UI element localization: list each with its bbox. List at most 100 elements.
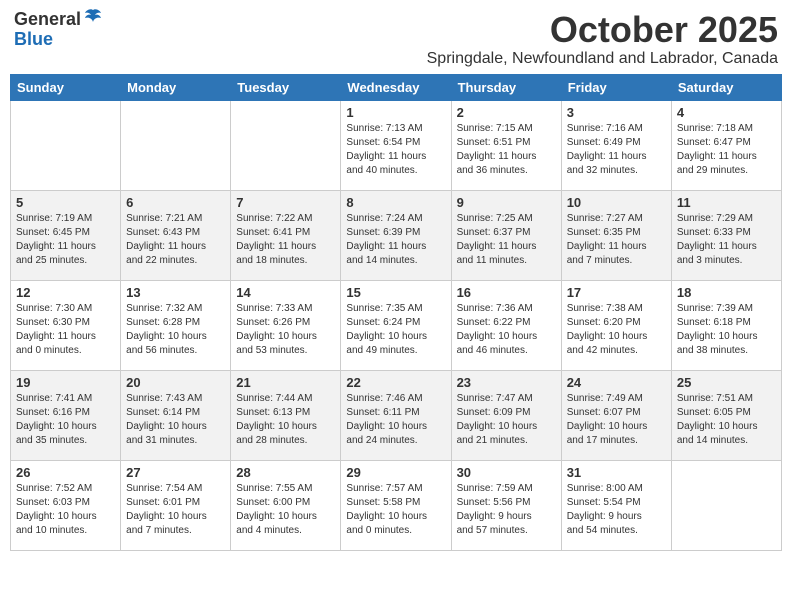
day-info: Sunrise: 7:47 AM Sunset: 6:09 PM Dayligh…	[457, 392, 556, 448]
calendar-cell: 10Sunrise: 7:27 AM Sunset: 6:35 PM Dayli…	[561, 190, 671, 280]
day-number: 2	[457, 105, 556, 120]
day-info: Sunrise: 7:25 AM Sunset: 6:37 PM Dayligh…	[457, 212, 556, 268]
location-title: Springdale, Newfoundland and Labrador, C…	[427, 50, 778, 68]
page-header: General Blue October 2025 Springdale, Ne…	[10, 10, 782, 68]
calendar-cell: 12 Sunrise: 7:30 AM Sunset: 6:30 PM Dayli…	[11, 280, 121, 370]
calendar-week-row: 1 Sunrise: 7:13 AM Sunset: 6:54 PM Daylig…	[11, 100, 782, 190]
calendar-cell: 6 Sunrise: 7:21 AM Sunset: 6:43 PM Daylig…	[121, 190, 231, 280]
day-number: 21	[236, 375, 335, 390]
day-info: Sunrise: 7:33 AM Sunset: 6:26 PM Dayligh…	[236, 302, 335, 358]
day-number: 9	[457, 195, 556, 210]
logo-bird-icon	[83, 8, 103, 28]
calendar-table: SundayMondayTuesdayWednesdayThursdayFrid…	[10, 74, 782, 551]
day-info: Sunrise: 7:19 AM Sunset: 6:45 PM Dayligh…	[16, 212, 115, 268]
month-title: October 2025	[427, 10, 778, 50]
calendar-cell: 25 Sunrise: 7:51 AM Sunset: 6:05 PM Dayli…	[671, 370, 781, 460]
day-number: 11	[677, 195, 776, 210]
calendar-cell: 16Sunrise: 7:36 AM Sunset: 6:22 PM Dayli…	[451, 280, 561, 370]
weekday-header-tuesday: Tuesday	[231, 74, 341, 100]
day-info: Sunrise: 7:18 AM Sunset: 6:47 PM Dayligh…	[677, 122, 776, 178]
calendar-week-row: 19Sunrise: 7:41 AM Sunset: 6:16 PM Dayli…	[11, 370, 782, 460]
day-info: Sunrise: 7:38 AM Sunset: 6:20 PM Dayligh…	[567, 302, 666, 358]
day-info: Sunrise: 8:00 AM Sunset: 5:54 PM Dayligh…	[567, 482, 666, 538]
day-info: Sunrise: 7:49 AM Sunset: 6:07 PM Dayligh…	[567, 392, 666, 448]
day-info: Sunrise: 7:15 AM Sunset: 6:51 PM Dayligh…	[457, 122, 556, 178]
calendar-cell: 18 Sunrise: 7:39 AM Sunset: 6:18 PM Dayli…	[671, 280, 781, 370]
calendar-cell: 13 Sunrise: 7:32 AM Sunset: 6:28 PM Dayli…	[121, 280, 231, 370]
logo-blue-text: Blue	[14, 30, 53, 50]
day-info: Sunrise: 7:51 AM Sunset: 6:05 PM Dayligh…	[677, 392, 776, 448]
day-info: Sunrise: 7:21 AM Sunset: 6:43 PM Dayligh…	[126, 212, 225, 268]
day-info: Sunrise: 7:57 AM Sunset: 5:58 PM Dayligh…	[346, 482, 445, 538]
calendar-cell: 5 Sunrise: 7:19 AM Sunset: 6:45 PM Daylig…	[11, 190, 121, 280]
day-number: 3	[567, 105, 666, 120]
weekday-header-row: SundayMondayTuesdayWednesdayThursdayFrid…	[11, 74, 782, 100]
calendar-cell: 9 Sunrise: 7:25 AM Sunset: 6:37 PM Daylig…	[451, 190, 561, 280]
day-number: 13	[126, 285, 225, 300]
day-number: 14	[236, 285, 335, 300]
day-info: Sunrise: 7:55 AM Sunset: 6:00 PM Dayligh…	[236, 482, 335, 538]
day-number: 31	[567, 465, 666, 480]
calendar-cell: 24Sunrise: 7:49 AM Sunset: 6:07 PM Dayli…	[561, 370, 671, 460]
day-number: 23	[457, 375, 556, 390]
calendar-cell: 15Sunrise: 7:35 AM Sunset: 6:24 PM Dayli…	[341, 280, 451, 370]
day-number: 18	[677, 285, 776, 300]
day-number: 25	[677, 375, 776, 390]
day-number: 4	[677, 105, 776, 120]
calendar-cell: 30 Sunrise: 7:59 AM Sunset: 5:56 PM Dayli…	[451, 460, 561, 550]
weekday-header-saturday: Saturday	[671, 74, 781, 100]
day-info: Sunrise: 7:29 AM Sunset: 6:33 PM Dayligh…	[677, 212, 776, 268]
day-number: 1	[346, 105, 445, 120]
day-number: 22	[346, 375, 445, 390]
calendar-cell: 26 Sunrise: 7:52 AM Sunset: 6:03 PM Dayli…	[11, 460, 121, 550]
day-info: Sunrise: 7:32 AM Sunset: 6:28 PM Dayligh…	[126, 302, 225, 358]
day-info: Sunrise: 7:13 AM Sunset: 6:54 PM Dayligh…	[346, 122, 445, 178]
calendar-cell: 7 Sunrise: 7:22 AM Sunset: 6:41 PM Daylig…	[231, 190, 341, 280]
calendar-cell: 29 Sunrise: 7:57 AM Sunset: 5:58 PM Dayli…	[341, 460, 451, 550]
logo-general-text: General	[14, 10, 81, 30]
weekday-header-sunday: Sunday	[11, 74, 121, 100]
day-info: Sunrise: 7:52 AM Sunset: 6:03 PM Dayligh…	[16, 482, 115, 538]
calendar-cell: 17Sunrise: 7:38 AM Sunset: 6:20 PM Dayli…	[561, 280, 671, 370]
calendar-cell: 14 Sunrise: 7:33 AM Sunset: 6:26 PM Dayli…	[231, 280, 341, 370]
calendar-cell	[11, 100, 121, 190]
calendar-cell: 19Sunrise: 7:41 AM Sunset: 6:16 PM Dayli…	[11, 370, 121, 460]
calendar-cell: 20 Sunrise: 7:43 AM Sunset: 6:14 PM Dayli…	[121, 370, 231, 460]
day-number: 10	[567, 195, 666, 210]
day-number: 5	[16, 195, 115, 210]
calendar-week-row: 5 Sunrise: 7:19 AM Sunset: 6:45 PM Daylig…	[11, 190, 782, 280]
title-block: October 2025 Springdale, Newfoundland an…	[427, 10, 778, 68]
day-info: Sunrise: 7:39 AM Sunset: 6:18 PM Dayligh…	[677, 302, 776, 358]
day-number: 6	[126, 195, 225, 210]
day-number: 28	[236, 465, 335, 480]
weekday-header-monday: Monday	[121, 74, 231, 100]
calendar-cell: 21 Sunrise: 7:44 AM Sunset: 6:13 PM Dayli…	[231, 370, 341, 460]
day-info: Sunrise: 7:44 AM Sunset: 6:13 PM Dayligh…	[236, 392, 335, 448]
day-number: 19	[16, 375, 115, 390]
day-number: 7	[236, 195, 335, 210]
day-info: Sunrise: 7:43 AM Sunset: 6:14 PM Dayligh…	[126, 392, 225, 448]
day-number: 29	[346, 465, 445, 480]
weekday-header-thursday: Thursday	[451, 74, 561, 100]
calendar-cell: 31 Sunrise: 8:00 AM Sunset: 5:54 PM Dayli…	[561, 460, 671, 550]
calendar-cell: 28 Sunrise: 7:55 AM Sunset: 6:00 PM Dayli…	[231, 460, 341, 550]
day-number: 16	[457, 285, 556, 300]
day-info: Sunrise: 7:59 AM Sunset: 5:56 PM Dayligh…	[457, 482, 556, 538]
day-info: Sunrise: 7:16 AM Sunset: 6:49 PM Dayligh…	[567, 122, 666, 178]
calendar-cell: 11 Sunrise: 7:29 AM Sunset: 6:33 PM Dayli…	[671, 190, 781, 280]
day-info: Sunrise: 7:30 AM Sunset: 6:30 PM Dayligh…	[16, 302, 115, 358]
logo: General Blue	[14, 10, 103, 50]
calendar-cell	[121, 100, 231, 190]
day-info: Sunrise: 7:54 AM Sunset: 6:01 PM Dayligh…	[126, 482, 225, 538]
weekday-header-friday: Friday	[561, 74, 671, 100]
day-number: 30	[457, 465, 556, 480]
day-info: Sunrise: 7:35 AM Sunset: 6:24 PM Dayligh…	[346, 302, 445, 358]
day-number: 12	[16, 285, 115, 300]
day-number: 8	[346, 195, 445, 210]
weekday-header-wednesday: Wednesday	[341, 74, 451, 100]
calendar-cell: 2 Sunrise: 7:15 AM Sunset: 6:51 PM Daylig…	[451, 100, 561, 190]
day-number: 20	[126, 375, 225, 390]
day-number: 26	[16, 465, 115, 480]
calendar-cell: 3 Sunrise: 7:16 AM Sunset: 6:49 PM Daylig…	[561, 100, 671, 190]
day-info: Sunrise: 7:22 AM Sunset: 6:41 PM Dayligh…	[236, 212, 335, 268]
